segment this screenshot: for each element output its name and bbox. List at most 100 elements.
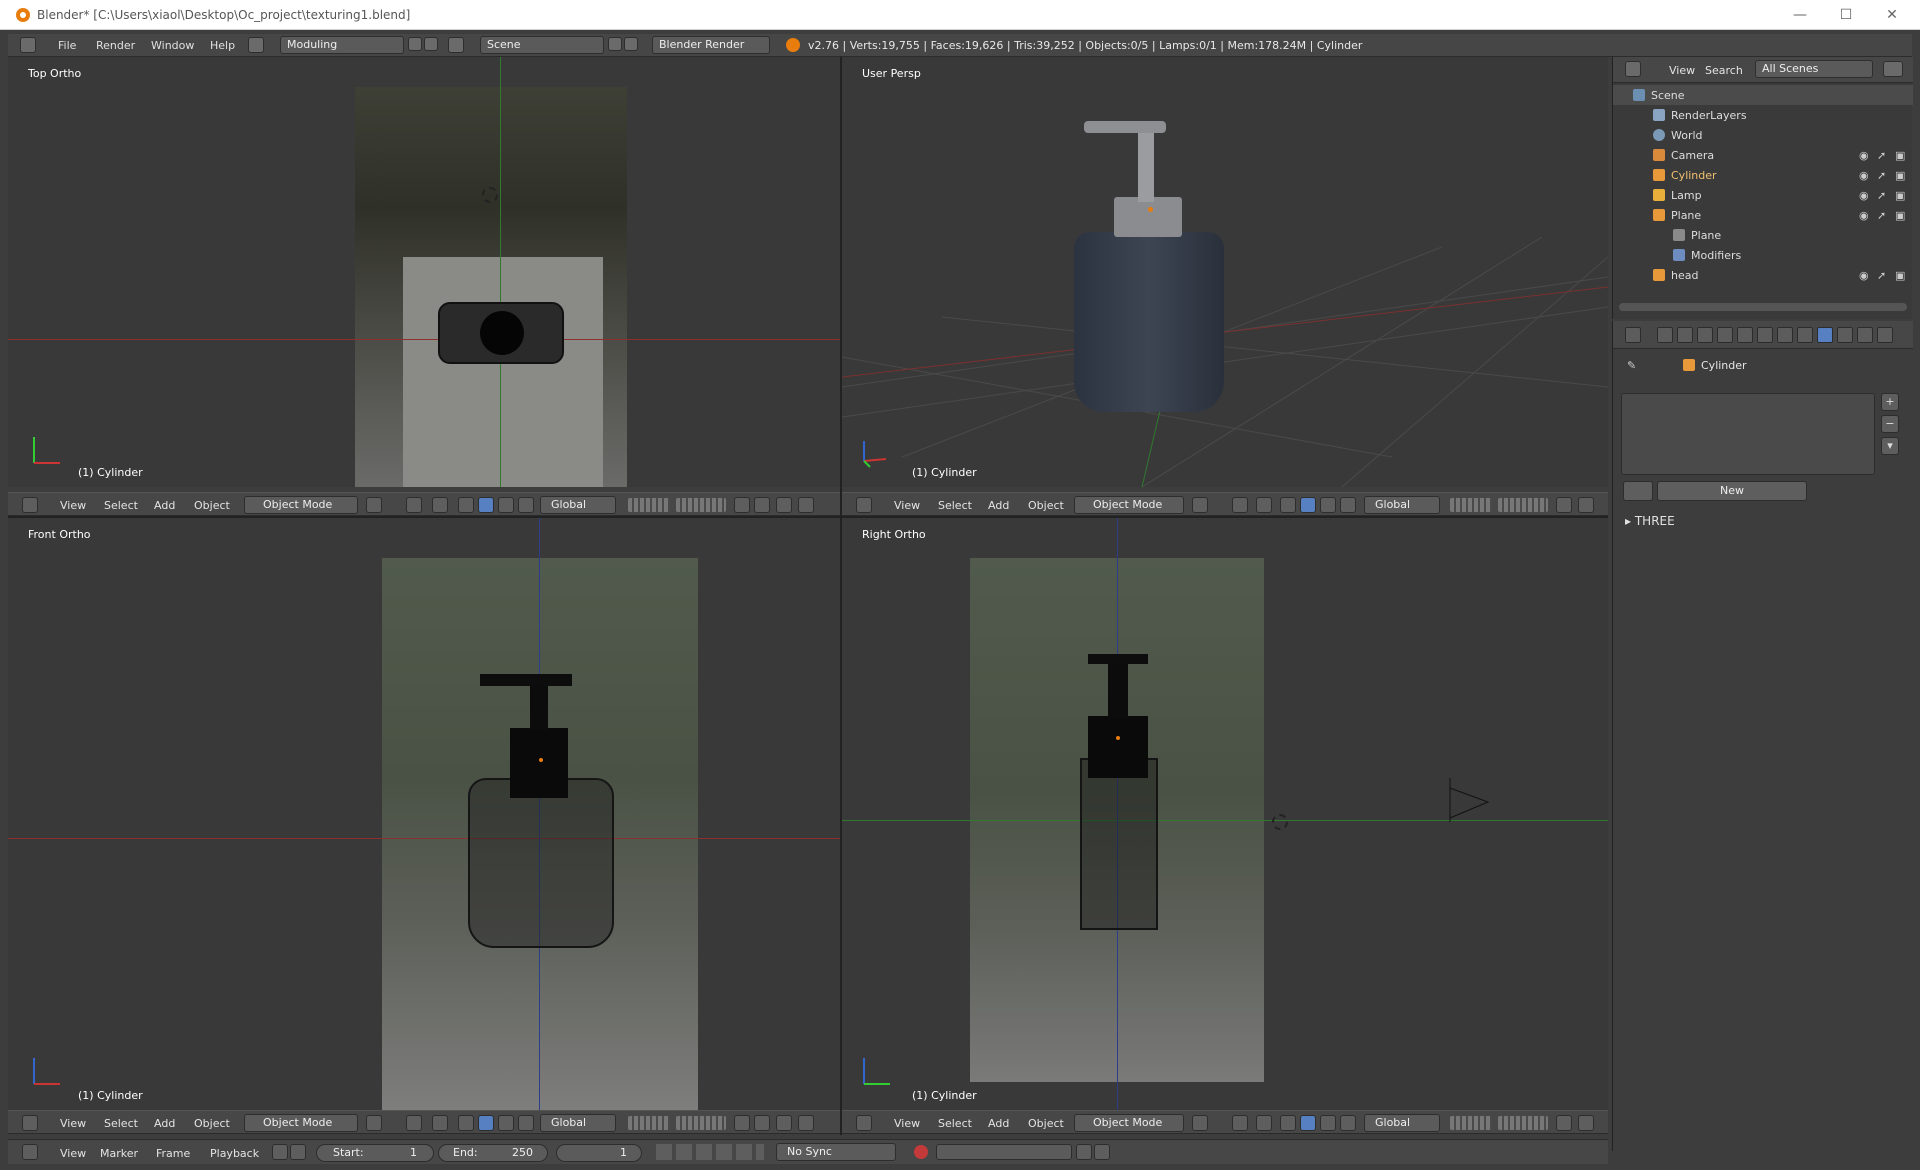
manipulator-icon[interactable]	[1256, 1115, 1272, 1131]
particles-tab-icon[interactable]	[1857, 327, 1873, 343]
playback-controls[interactable]	[656, 1144, 764, 1160]
cursor-icon[interactable]: ➚	[1877, 209, 1886, 222]
transform-icon[interactable]	[1340, 1115, 1356, 1131]
viewport-front-ortho[interactable]: Front Ortho (1) Cylinder	[8, 518, 840, 1110]
proportional-icon[interactable]	[798, 497, 814, 513]
menu-view[interactable]: View	[60, 1147, 86, 1160]
mode-select[interactable]: Object Mode	[244, 1114, 358, 1132]
render-preview-icon[interactable]	[1578, 497, 1594, 513]
menu-render[interactable]: Render	[96, 39, 135, 52]
menu-help[interactable]: Help	[210, 39, 235, 52]
snap-icon[interactable]	[776, 497, 792, 513]
shading-icon[interactable]	[1192, 497, 1208, 513]
transform-icon[interactable]	[518, 497, 534, 513]
menu-window[interactable]: Window	[151, 39, 194, 52]
outliner-row-scene[interactable]: Scene	[1613, 85, 1913, 105]
shading-icon[interactable]	[366, 497, 382, 513]
rotate-icon[interactable]	[1300, 497, 1316, 513]
eye-icon[interactable]: ◉	[1859, 269, 1869, 282]
snap-icon[interactable]	[776, 1115, 792, 1131]
menu-file[interactable]: File	[58, 39, 76, 52]
editor-type-icon[interactable]	[22, 1144, 38, 1160]
menu-object[interactable]: Object	[1028, 1117, 1064, 1130]
outliner-row-renderlayers[interactable]: RenderLayers	[1613, 105, 1913, 125]
rotate-icon[interactable]	[478, 497, 494, 513]
menu-object[interactable]: Object	[194, 1117, 230, 1130]
add-layout-icon[interactable]	[408, 37, 422, 51]
menu-select[interactable]: Select	[938, 499, 972, 512]
lock-layers-icon[interactable]	[1556, 497, 1572, 513]
menu-select[interactable]: Select	[104, 1117, 138, 1130]
menu-object[interactable]: Object	[194, 499, 230, 512]
translate-icon[interactable]	[1280, 497, 1296, 513]
lock-layers-icon[interactable]	[734, 1115, 750, 1131]
browse-material-icon[interactable]	[1623, 481, 1653, 501]
rotate-icon[interactable]	[1300, 1115, 1316, 1131]
outliner-row-modifiers[interactable]: Modifiers	[1613, 245, 1913, 265]
render-icon[interactable]: ▣	[1895, 169, 1905, 182]
render-engine-select[interactable]: Blender Render	[652, 36, 770, 54]
start-frame-field[interactable]: Start: 1	[316, 1144, 434, 1162]
editor-type-icon[interactable]	[856, 497, 872, 513]
mode-select[interactable]: Object Mode	[1074, 1114, 1184, 1132]
eye-icon[interactable]: ◉	[1859, 149, 1869, 162]
data-tab-icon[interactable]	[1797, 327, 1813, 343]
material-slot-list[interactable]	[1621, 393, 1875, 475]
orientation-select[interactable]: Global	[540, 1114, 616, 1132]
display-mode-select[interactable]: All Scenes	[1755, 60, 1873, 78]
end-frame-field[interactable]: End: 250	[438, 1144, 548, 1162]
outliner-scrollbar[interactable]	[1619, 303, 1907, 311]
lock-layers-icon[interactable]	[734, 497, 750, 513]
insert-keyframe-icon[interactable]	[1076, 1144, 1092, 1160]
shading-icon[interactable]	[1192, 1115, 1208, 1131]
scale-icon[interactable]	[498, 1115, 514, 1131]
menu-add[interactable]: Add	[154, 499, 175, 512]
layers-grid-a[interactable]	[1450, 1116, 1492, 1130]
menu-marker[interactable]: Marker	[100, 1147, 138, 1160]
layers-grid-b[interactable]	[676, 1116, 726, 1130]
render-tab-icon[interactable]	[1657, 327, 1673, 343]
cursor-icon[interactable]: ➚	[1877, 189, 1886, 202]
outliner-row-plane[interactable]: Plane ◉ ➚ ▣	[1613, 205, 1913, 225]
close-button[interactable]: ✕	[1872, 4, 1912, 26]
render-preview-icon[interactable]	[1578, 1115, 1594, 1131]
layers-grid-a[interactable]	[628, 1116, 670, 1130]
layers-grid-a[interactable]	[628, 498, 670, 512]
maximize-button[interactable]: ☐	[1826, 4, 1866, 26]
viewport-user-persp[interactable]: User Persp (1) Cylinder	[842, 57, 1608, 487]
transform-icon[interactable]	[1340, 497, 1356, 513]
cursor-icon[interactable]: ➚	[1877, 149, 1886, 162]
renderlayers-tab-icon[interactable]	[1677, 327, 1693, 343]
editor-type-icon[interactable]	[856, 1115, 872, 1131]
outliner-menu-search[interactable]: Search	[1705, 64, 1743, 77]
outliner-row-plane-mesh[interactable]: Plane	[1613, 225, 1913, 245]
render-icon[interactable]: ▣	[1895, 269, 1905, 282]
menu-add[interactable]: Add	[154, 1117, 175, 1130]
rotate-icon[interactable]	[478, 1115, 494, 1131]
outliner-row-head[interactable]: head ◉ ➚ ▣	[1613, 265, 1913, 285]
eye-icon[interactable]: ◉	[1859, 209, 1869, 222]
pivot-icon[interactable]	[1232, 497, 1248, 513]
outliner-row-camera[interactable]: Camera ◉ ➚ ▣	[1613, 145, 1913, 165]
render-preview-icon[interactable]	[754, 497, 770, 513]
menu-view[interactable]: View	[894, 499, 920, 512]
remove-slot-button[interactable]: −	[1881, 415, 1899, 433]
delete-keyframe-icon[interactable]	[1094, 1144, 1110, 1160]
proportional-icon[interactable]	[798, 1115, 814, 1131]
viewport-top-ortho[interactable]: Top Ortho (1) Cylinder	[8, 57, 840, 487]
constraints-tab-icon[interactable]	[1757, 327, 1773, 343]
translate-icon[interactable]	[458, 497, 474, 513]
scale-icon[interactable]	[1320, 1115, 1336, 1131]
slot-menu-button[interactable]: ▾	[1881, 437, 1899, 455]
layout-icon[interactable]	[248, 37, 264, 53]
mode-select[interactable]: Object Mode	[244, 496, 358, 514]
sync-select[interactable]: No Sync	[776, 1143, 896, 1161]
outliner-row-lamp[interactable]: Lamp ◉ ➚ ▣	[1613, 185, 1913, 205]
cursor-icon[interactable]: ➚	[1877, 169, 1886, 182]
menu-view[interactable]: View	[894, 1117, 920, 1130]
scene-selector[interactable]: Scene	[480, 36, 604, 54]
menu-view[interactable]: View	[60, 1117, 86, 1130]
scene-tab-icon[interactable]	[1697, 327, 1713, 343]
menu-frame[interactable]: Frame	[156, 1147, 190, 1160]
add-scene-icon[interactable]	[608, 37, 622, 51]
